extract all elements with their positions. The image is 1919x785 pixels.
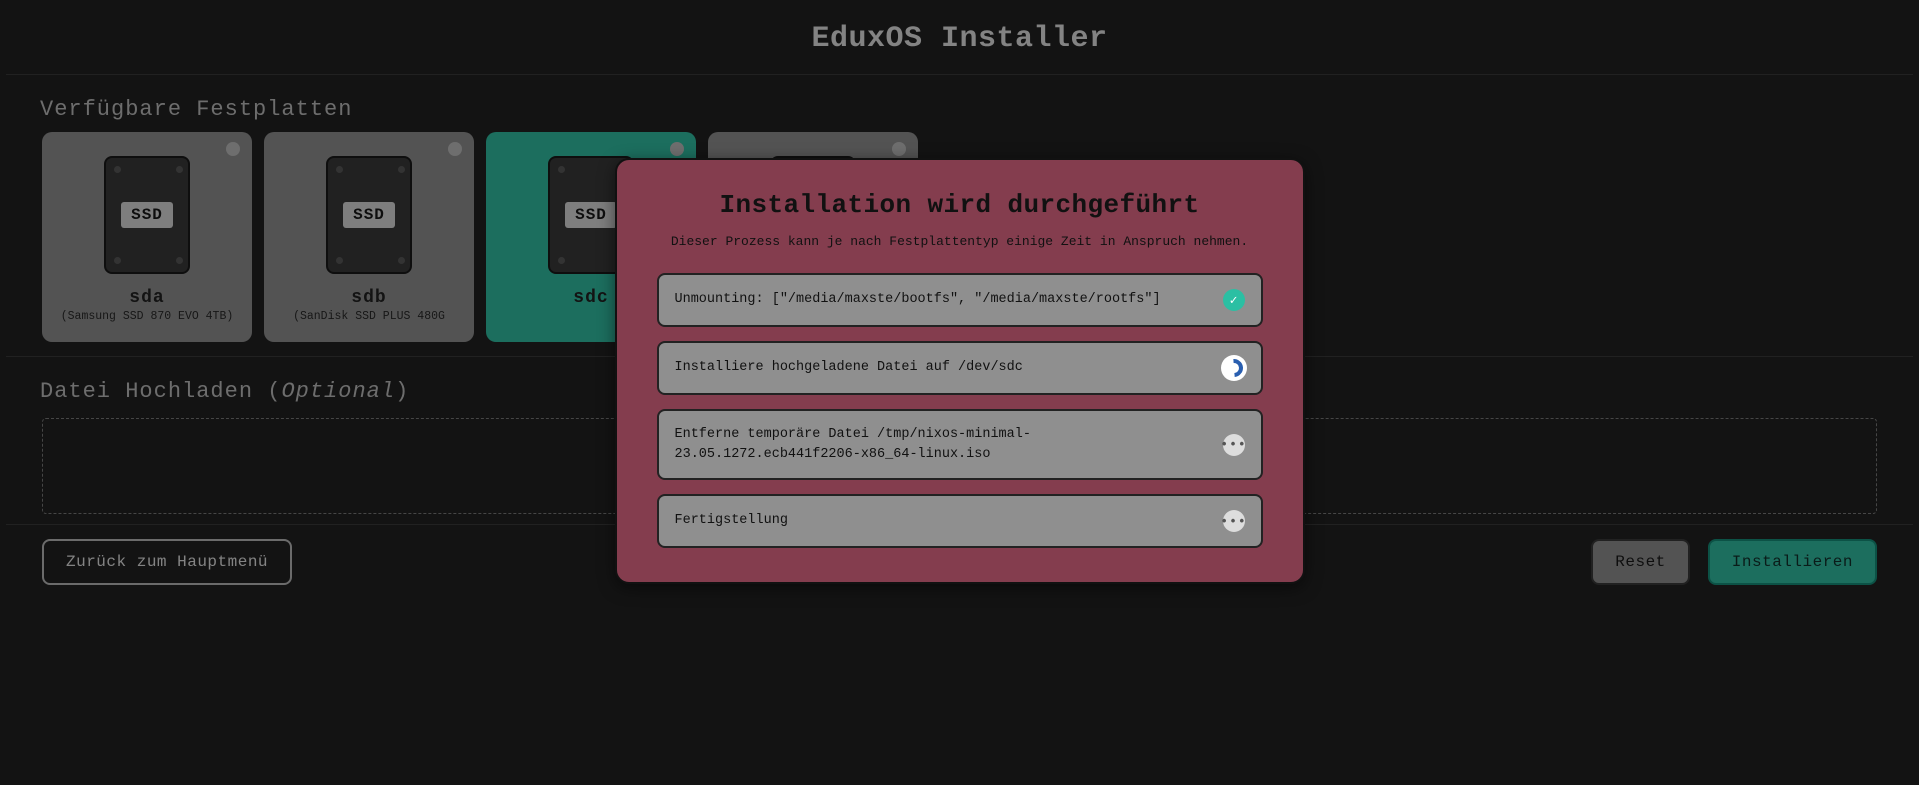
install-step: Unmounting: ["/media/maxste/bootfs", "/m… xyxy=(657,273,1263,327)
modal-subtitle: Dieser Prozess kann je nach Festplattent… xyxy=(657,234,1263,249)
installer-page: EduxOS Installer Verfügbare Festplatten … xyxy=(0,0,1919,785)
install-step-text: Entferne temporäre Datei /tmp/nixos-mini… xyxy=(675,425,1209,464)
pending-icon: ••• xyxy=(1223,510,1245,532)
check-icon: ✓ xyxy=(1223,289,1245,311)
install-step-text: Installiere hochgeladene Datei auf /dev/… xyxy=(675,358,1209,378)
install-step: Fertigstellung ••• xyxy=(657,494,1263,548)
install-step: Entferne temporäre Datei /tmp/nixos-mini… xyxy=(657,409,1263,480)
modal-overlay: Installation wird durchgeführt Dieser Pr… xyxy=(0,0,1919,785)
modal-title: Installation wird durchgeführt xyxy=(657,190,1263,220)
install-progress-modal: Installation wird durchgeführt Dieser Pr… xyxy=(615,158,1305,584)
pending-icon: ••• xyxy=(1223,434,1245,456)
spinner-icon xyxy=(1223,357,1245,379)
install-step-text: Unmounting: ["/media/maxste/bootfs", "/m… xyxy=(675,290,1209,310)
install-step-text: Fertigstellung xyxy=(675,511,1209,531)
install-step: Installiere hochgeladene Datei auf /dev/… xyxy=(657,341,1263,395)
